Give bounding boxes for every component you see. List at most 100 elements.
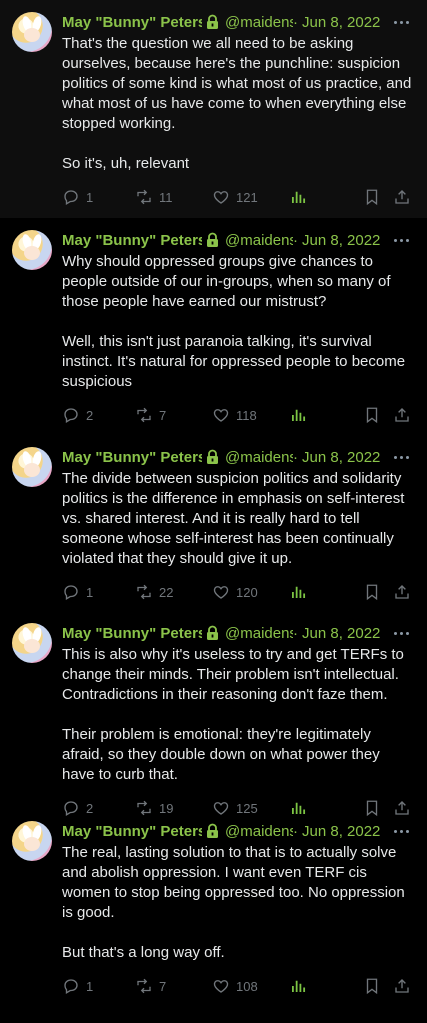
more-options-icon[interactable] (394, 455, 415, 459)
like-count: 118 (236, 407, 257, 423)
more-options-icon[interactable] (394, 20, 415, 24)
tweet[interactable]: May "Bunny" Peters @maidens · Jun 8, 202… (0, 611, 427, 817)
tweet-actions: 1 7 108 (62, 968, 415, 1004)
avatar[interactable] (12, 447, 52, 487)
tweet-actions: 1 22 120 (62, 574, 415, 610)
tweet[interactable]: May "Bunny" Peters @maidens · Jun 8, 202… (0, 809, 427, 1023)
retweet-count: 22 (159, 584, 174, 600)
avatar[interactable] (12, 12, 52, 52)
views-button[interactable] (289, 406, 363, 424)
bar-chart-icon (289, 583, 307, 601)
share-button[interactable] (393, 406, 413, 424)
bookmark-button[interactable] (363, 977, 383, 995)
user-handle[interactable]: @maidens (225, 232, 293, 249)
separator-dot: · (293, 448, 298, 466)
reply-button[interactable]: 1 (62, 977, 135, 995)
more-options-icon[interactable] (394, 829, 415, 833)
tweet-text: Why should oppressed groups give chances… (62, 253, 406, 390)
tweet-text: The divide between suspicion politics an… (62, 470, 409, 567)
separator-dot: · (293, 13, 298, 31)
reply-count: 1 (86, 978, 94, 994)
share-icon (393, 188, 411, 206)
share-icon (393, 406, 411, 424)
tweet-text: This is also why it's useless to try and… (62, 646, 404, 783)
tweet[interactable]: May "Bunny" Peters @maidens · Jun 8, 202… (0, 0, 427, 218)
retweet-button[interactable]: 7 (135, 977, 212, 995)
retweet-icon (135, 583, 153, 601)
tweet-actions: 1 11 121 (62, 179, 415, 215)
bookmark-button[interactable] (363, 406, 383, 424)
avatar[interactable] (12, 821, 52, 861)
tweet-date[interactable]: Jun 8, 2022 (302, 232, 380, 249)
tweet[interactable]: May "Bunny" Peters @maidens · Jun 8, 202… (0, 218, 427, 435)
avatar[interactable] (12, 623, 52, 663)
retweet-icon (135, 977, 153, 995)
bookmark-icon (363, 188, 381, 206)
retweet-count: 7 (159, 407, 167, 423)
bookmark-icon (363, 583, 381, 601)
retweet-button[interactable]: 11 (135, 188, 212, 206)
display-name[interactable]: May "Bunny" Peters (62, 14, 202, 31)
tweet-actions: 2 7 118 (62, 397, 415, 433)
like-button[interactable]: 108 (212, 977, 289, 995)
reply-count: 1 (86, 189, 94, 205)
tweet-date[interactable]: Jun 8, 2022 (302, 449, 380, 466)
timeline: May "Bunny" Peters @maidens · Jun 8, 202… (0, 0, 427, 1023)
reply-button[interactable]: 2 (62, 406, 135, 424)
retweet-button[interactable]: 7 (135, 406, 212, 424)
lock-icon (205, 14, 220, 30)
like-count: 108 (236, 978, 258, 994)
reply-count: 2 (86, 407, 94, 423)
display-name[interactable]: May "Bunny" Peters (62, 449, 202, 466)
like-button[interactable]: 121 (212, 188, 289, 206)
bookmark-button[interactable] (363, 188, 383, 206)
avatar[interactable] (12, 230, 52, 270)
retweet-button[interactable]: 22 (135, 583, 212, 601)
tweet-date[interactable]: Jun 8, 2022 (302, 14, 380, 31)
share-icon (393, 977, 411, 995)
tweet[interactable]: May "Bunny" Peters @maidens · Jun 8, 202… (0, 435, 427, 611)
user-handle[interactable]: @maidens (225, 14, 293, 31)
reply-button[interactable]: 1 (62, 583, 135, 601)
more-options-icon[interactable] (394, 238, 415, 242)
share-icon (393, 583, 411, 601)
tweet-header: May "Bunny" Peters @maidens · Jun 8, 202… (62, 12, 415, 32)
user-handle[interactable]: @maidens (225, 625, 293, 642)
heart-icon (212, 188, 230, 206)
tweet-header: May "Bunny" Peters @maidens · Jun 8, 202… (62, 230, 415, 250)
separator-dot: · (293, 624, 298, 642)
like-button[interactable]: 118 (212, 406, 289, 424)
share-button[interactable] (393, 977, 413, 995)
share-button[interactable] (393, 188, 413, 206)
lock-icon (205, 232, 220, 248)
display-name[interactable]: May "Bunny" Peters (62, 823, 202, 840)
heart-icon (212, 977, 230, 995)
views-button[interactable] (289, 188, 363, 206)
bar-chart-icon (289, 406, 307, 424)
like-button[interactable]: 120 (212, 583, 289, 601)
tweet-date[interactable]: Jun 8, 2022 (302, 823, 380, 840)
retweet-count: 7 (159, 978, 167, 994)
bookmark-button[interactable] (363, 583, 383, 601)
separator-dot: · (293, 822, 298, 840)
reply-button[interactable]: 1 (62, 188, 135, 206)
views-button[interactable] (289, 583, 363, 601)
reply-icon (62, 188, 80, 206)
separator-dot: · (293, 231, 298, 249)
more-options-icon[interactable] (394, 631, 415, 635)
retweet-count: 11 (159, 189, 173, 205)
display-name[interactable]: May "Bunny" Peters (62, 232, 202, 249)
display-name[interactable]: May "Bunny" Peters (62, 625, 202, 642)
share-button[interactable] (393, 583, 413, 601)
tweet-date[interactable]: Jun 8, 2022 (302, 625, 380, 642)
lock-icon (205, 625, 220, 641)
heart-icon (212, 583, 230, 601)
reply-count: 1 (86, 584, 94, 600)
bar-chart-icon (289, 977, 307, 995)
tweet-text: The real, lasting solution to that is to… (62, 844, 405, 961)
user-handle[interactable]: @maidens (225, 823, 293, 840)
views-button[interactable] (289, 977, 363, 995)
user-handle[interactable]: @maidens (225, 449, 293, 466)
like-count: 120 (236, 584, 258, 600)
heart-icon (212, 406, 230, 424)
